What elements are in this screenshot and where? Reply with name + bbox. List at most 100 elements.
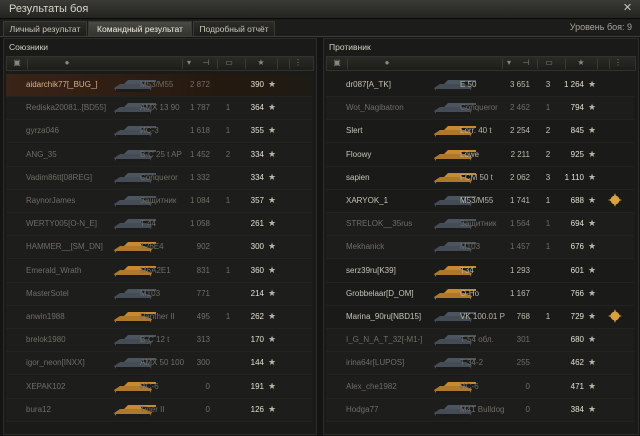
player-icon[interactable]: ● bbox=[63, 59, 71, 67]
xp-value: 214 bbox=[250, 288, 264, 298]
player-icon[interactable]: ● bbox=[383, 59, 391, 67]
damage-value: 1 564 bbox=[509, 219, 530, 229]
vehicle-name: AMX 13 90 bbox=[140, 103, 180, 113]
enemies-row[interactable]: I_G_N_A_T_32[-M1-] T-54 обл. 301 680 ★ bbox=[326, 329, 634, 353]
player-name: irina64r[LUPOS] bbox=[346, 358, 405, 368]
enemies-row[interactable]: Grobbelaar[D_OM] O-Ho 1 167 766 ★ bbox=[326, 283, 634, 306]
allies-row[interactable]: bura12 Tiger II 0 126 ★ bbox=[6, 398, 312, 422]
enemies-row[interactable]: Alex_che1982 ИС-6 0 471 ★ bbox=[326, 375, 634, 399]
xp-star-icon: ★ bbox=[588, 311, 597, 321]
allies-row[interactable]: gyrza046 ИС-3 1 618 1 355 ★ bbox=[6, 120, 312, 144]
player-name: serz39ru[K39] bbox=[346, 265, 396, 275]
allies-row[interactable]: brelok1980 B-C 12 t 313 170 ★ bbox=[6, 329, 312, 353]
tab-personal[interactable]: Личный результат bbox=[3, 21, 87, 36]
allies-row[interactable]: Emerald_Wrath M6A2E1 831 1 360 ★ bbox=[6, 259, 312, 283]
enemies-row[interactable]: Slert Lorr. 40 t 2 254 2 845 ★ bbox=[326, 120, 634, 144]
vehicle-name: Tiger II bbox=[140, 404, 165, 414]
enemies-row[interactable]: irina64r[LUPOS] T-34-2 255 462 ★ bbox=[326, 352, 634, 376]
sort-arrow-icon[interactable]: ▾ bbox=[505, 59, 513, 67]
player-name: Rediska20081..[BD55] bbox=[26, 103, 107, 113]
enemies-row[interactable]: STRELOK__35rus Защитник 1 564 1 694 ★ bbox=[326, 213, 634, 237]
vehicle-name: T-54 обл. bbox=[460, 335, 494, 345]
tab-detailed[interactable]: Подробный отчёт bbox=[193, 21, 275, 36]
damage-icon[interactable]: ⊣ bbox=[522, 59, 530, 67]
xp-value: 262 bbox=[250, 312, 264, 321]
allies-row[interactable]: XEPAK102 ИС-6 0 191 ★ bbox=[6, 375, 312, 399]
close-icon[interactable]: ✕ bbox=[621, 2, 634, 14]
window-title: Результаты боя bbox=[9, 3, 89, 15]
xp-value: 766 bbox=[570, 288, 584, 298]
xp-value: 170 bbox=[250, 335, 264, 345]
enemies-row[interactable]: Wot_Nagibatron Conqueror 2 462 1 794 ★ bbox=[326, 97, 634, 121]
vehicle-name: Löwe bbox=[460, 149, 480, 159]
damage-value: 2 872 bbox=[189, 80, 210, 89]
enemies-row[interactable]: XARYOK_1 M53/M55 1 741 1 688 ★ bbox=[326, 190, 634, 213]
vehicle-name: B-C 25 t AP bbox=[140, 149, 182, 159]
kills-value: 1 bbox=[225, 265, 231, 275]
enemies-row[interactable]: Mekhanick M103 1 457 1 676 ★ bbox=[326, 236, 634, 260]
player-name: Floowy bbox=[346, 149, 372, 159]
vehicle-name: ИС-6 bbox=[140, 381, 159, 391]
xp-value: 355 bbox=[250, 126, 264, 136]
squad-icon[interactable]: ▣ bbox=[333, 59, 341, 67]
xp-star-icon: ★ bbox=[268, 148, 277, 159]
player-name: aidarchik77[_BUG_] bbox=[26, 80, 98, 89]
enemies-row[interactable]: serz39ru[K39] T34 1 293 601 ★ bbox=[326, 260, 634, 283]
allies-column-header: ▣ ● ▾ ⊣ ▭ ★ ⋮ bbox=[6, 56, 314, 71]
xp-star-icon: ★ bbox=[268, 125, 277, 136]
xp-star-icon: ★ bbox=[268, 357, 277, 368]
player-name: WERTY005[O-N_E] bbox=[26, 219, 97, 229]
xp-star-icon: ★ bbox=[588, 287, 597, 298]
xp-star-icon: ★ bbox=[588, 357, 597, 368]
allies-row[interactable]: ANG_35 B-C 25 t AP 1 452 2 334 ★ bbox=[6, 143, 312, 167]
xp-star-icon: ★ bbox=[268, 171, 277, 182]
vehicle-name: Защитник bbox=[460, 219, 497, 229]
allies-row[interactable]: HAMMER__[SM_DN] T26E4 902 300 ★ bbox=[6, 236, 312, 260]
xp-star-icon: ★ bbox=[268, 403, 277, 414]
player-name: Slert bbox=[346, 126, 363, 136]
kills-value: 3 bbox=[545, 80, 551, 89]
enemies-row[interactable]: sapien FCM 50 t 2 062 3 1 110 ★ bbox=[326, 167, 634, 190]
kills-tank-icon[interactable]: ▭ bbox=[545, 59, 553, 67]
vehicle-name: T-44 bbox=[140, 219, 157, 229]
damage-icon[interactable]: ⊣ bbox=[202, 59, 210, 67]
allies-row[interactable]: Vadim86tt[08REG] Conqueror 1 332 334 ★ bbox=[6, 166, 312, 190]
allies-row[interactable]: anwin1988 Panther II 495 1 262 ★ bbox=[6, 306, 312, 329]
xp-star-icon[interactable]: ★ bbox=[577, 59, 585, 67]
status-icon[interactable]: ⋮ bbox=[614, 59, 622, 67]
vehicle-name: O-Ho bbox=[460, 288, 480, 298]
column-separator bbox=[245, 58, 246, 69]
allies-row[interactable]: WERTY005[O-N_E] T-44 1 058 261 ★ bbox=[6, 213, 312, 237]
vehicle-name: E 50 bbox=[460, 80, 477, 89]
xp-star-icon: ★ bbox=[268, 195, 277, 205]
enemies-row[interactable]: Hodga77 M41 Bulldog 0 384 ★ bbox=[326, 398, 634, 422]
damage-value: 1 332 bbox=[189, 172, 210, 182]
enemies-row[interactable]: Floowy Löwe 2 211 2 925 ★ bbox=[326, 144, 634, 167]
allies-row[interactable]: Rediska20081..[BD55] AMX 13 90 1 787 1 364 ★ bbox=[6, 97, 312, 121]
player-name: I_G_N_A_T_32[-M1-] bbox=[346, 335, 423, 345]
xp-value: 126 bbox=[250, 404, 264, 414]
player-name: XEPAK102 bbox=[26, 381, 66, 391]
allies-row[interactable]: RaynorJames Защитник 1 084 1 357 ★ bbox=[6, 190, 312, 213]
damage-value: 2 254 bbox=[509, 126, 530, 136]
player-name: Emerald_Wrath bbox=[26, 265, 82, 275]
player-name: ANG_35 bbox=[26, 149, 57, 159]
enemies-row[interactable]: dr087[A_TK] E 50 3 651 3 1 264 ★ bbox=[326, 74, 634, 97]
xp-star-icon[interactable]: ★ bbox=[257, 59, 265, 67]
tab-team[interactable]: Командный результат bbox=[88, 21, 192, 36]
damage-value: 1 457 bbox=[509, 242, 530, 252]
column-separator bbox=[217, 58, 218, 69]
player-name: Grobbelaar[D_OM] bbox=[346, 288, 414, 298]
allies-row[interactable]: MasterSotel M103 771 214 ★ bbox=[6, 282, 312, 306]
kills-tank-icon[interactable]: ▭ bbox=[225, 59, 233, 67]
kills-value: 2 bbox=[545, 126, 551, 136]
vehicle-name: Panther II bbox=[140, 312, 175, 321]
column-separator bbox=[277, 58, 278, 69]
squad-icon[interactable]: ▣ bbox=[13, 59, 21, 67]
allies-row[interactable]: igor_neon[INXX] AMX 50 100 300 144 ★ bbox=[6, 352, 312, 376]
status-icon[interactable]: ⋮ bbox=[294, 59, 302, 67]
allies-row[interactable]: aidarchik77[_BUG_] M53/M55 2 872 390 ★ bbox=[6, 74, 312, 97]
sort-arrow-icon[interactable]: ▾ bbox=[185, 59, 193, 67]
player-name: bura12 bbox=[26, 404, 51, 414]
enemies-row[interactable]: Marina_90ru[NBD15] VK 100.01 P 768 1 729 ★ bbox=[326, 306, 634, 329]
